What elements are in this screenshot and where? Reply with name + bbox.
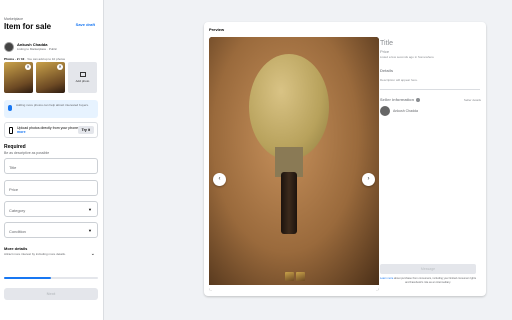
required-heading: Required xyxy=(4,144,26,150)
photo-thumbnail[interactable] xyxy=(285,272,294,281)
add-photo-icon xyxy=(79,72,86,77)
avatar xyxy=(380,106,390,116)
seller-name: Ankush Chadda xyxy=(393,109,418,113)
listing-photo xyxy=(209,37,379,285)
progress-fill xyxy=(4,277,51,279)
paddle-blade xyxy=(249,54,329,160)
more-details-subtitle: Attract more interest by including more … xyxy=(4,252,66,256)
preview-photo: ‹ › xyxy=(209,37,379,291)
prev-photo-button[interactable]: ‹ xyxy=(213,173,226,186)
remove-photo-icon[interactable]: ✕ xyxy=(25,64,31,70)
listing-info[interactable]: Listing to Marketplace · Public xyxy=(17,47,57,51)
photos-hint: · You can add up to 10 photos xyxy=(24,57,66,61)
add-photo-button[interactable]: Add photo xyxy=(68,62,97,93)
info-icon xyxy=(416,97,421,102)
preview-label: Preview xyxy=(209,27,225,32)
seller-info-label: Seller information xyxy=(380,97,415,102)
required-subtitle: Be as descriptive as possible xyxy=(4,151,50,155)
upload-from-phone-card: Upload photos directly from your phone. … xyxy=(4,122,98,138)
photo-thumbnail[interactable]: ✕ xyxy=(36,62,65,93)
photo-thumbnails: ✕ ✕ Add photo xyxy=(4,62,97,93)
breadcrumb[interactable]: Marketplace xyxy=(4,17,23,21)
listing-info-panel: Title Price Listed a few seconds ago in … xyxy=(380,37,481,291)
preview-title: Title xyxy=(380,40,393,47)
chevron-down-icon[interactable]: ⌄ xyxy=(91,251,95,257)
progress-bar xyxy=(4,277,98,279)
upload-text: Upload photos directly from your phone. xyxy=(17,126,80,130)
divider xyxy=(380,89,480,90)
description-placeholder: Description will appear here. xyxy=(380,78,418,82)
listing-form-panel: Marketplace Item for sale Save draft Ank… xyxy=(0,0,104,320)
seller-details-link[interactable]: Seller details xyxy=(464,98,481,102)
add-photo-label: Add photo xyxy=(75,79,90,83)
photos-count: Photos · 2 / 10 xyxy=(4,57,25,61)
seller-info-heading: Seller information xyxy=(380,97,421,102)
next-button[interactable]: Next xyxy=(4,288,98,300)
details-heading: Details xyxy=(380,68,394,73)
remove-photo-icon[interactable]: ✕ xyxy=(57,64,63,70)
title-input[interactable]: Title xyxy=(4,158,98,174)
save-draft-button[interactable]: Save draft xyxy=(76,22,95,27)
avatar xyxy=(4,42,14,52)
more-details-heading[interactable]: More details xyxy=(4,246,27,251)
condition-label: Condition xyxy=(9,229,26,234)
disclaimer: Learn more about purchase from consumers… xyxy=(380,277,476,284)
listed-info: Listed a few seconds ago in Somewhere xyxy=(380,55,434,59)
preview-price: Price xyxy=(380,49,390,54)
photo-thumbnail[interactable] xyxy=(296,272,305,281)
message-button[interactable]: Message xyxy=(380,264,476,274)
page-title: Item for sale xyxy=(4,22,52,31)
photo-thumbnail[interactable]: ✕ xyxy=(4,62,33,93)
price-input[interactable]: Price xyxy=(4,180,98,196)
user-info: Ankush Chadda Listing to Marketplace · P… xyxy=(4,42,57,52)
next-photo-button[interactable]: › xyxy=(362,173,375,186)
disclaimer-text: about purchase from consumers, including… xyxy=(393,277,477,284)
category-select[interactable]: Category ▼ xyxy=(4,201,98,217)
disclaimer-learn-more-link[interactable]: Learn more xyxy=(380,277,393,280)
preview-card: Preview ‹ › Title Price Listed a few sec… xyxy=(204,22,486,296)
thumbnail-strip xyxy=(209,285,379,291)
condition-select[interactable]: Condition ▼ xyxy=(4,222,98,238)
lightbulb-icon xyxy=(8,105,12,111)
photos-label: Photos · 2 / 10 · You can add up to 10 p… xyxy=(4,57,65,61)
category-label: Category xyxy=(9,208,26,213)
chevron-down-icon: ▼ xyxy=(88,228,92,233)
try-it-button[interactable]: Try it xyxy=(77,126,94,134)
tip-text: Adding more photos can help attract inte… xyxy=(16,103,89,107)
paddle-handle xyxy=(281,172,297,234)
photo-tip-banner: Adding more photos can help attract inte… xyxy=(4,100,98,118)
chevron-down-icon: ▼ xyxy=(88,207,92,212)
phone-icon xyxy=(9,127,13,134)
